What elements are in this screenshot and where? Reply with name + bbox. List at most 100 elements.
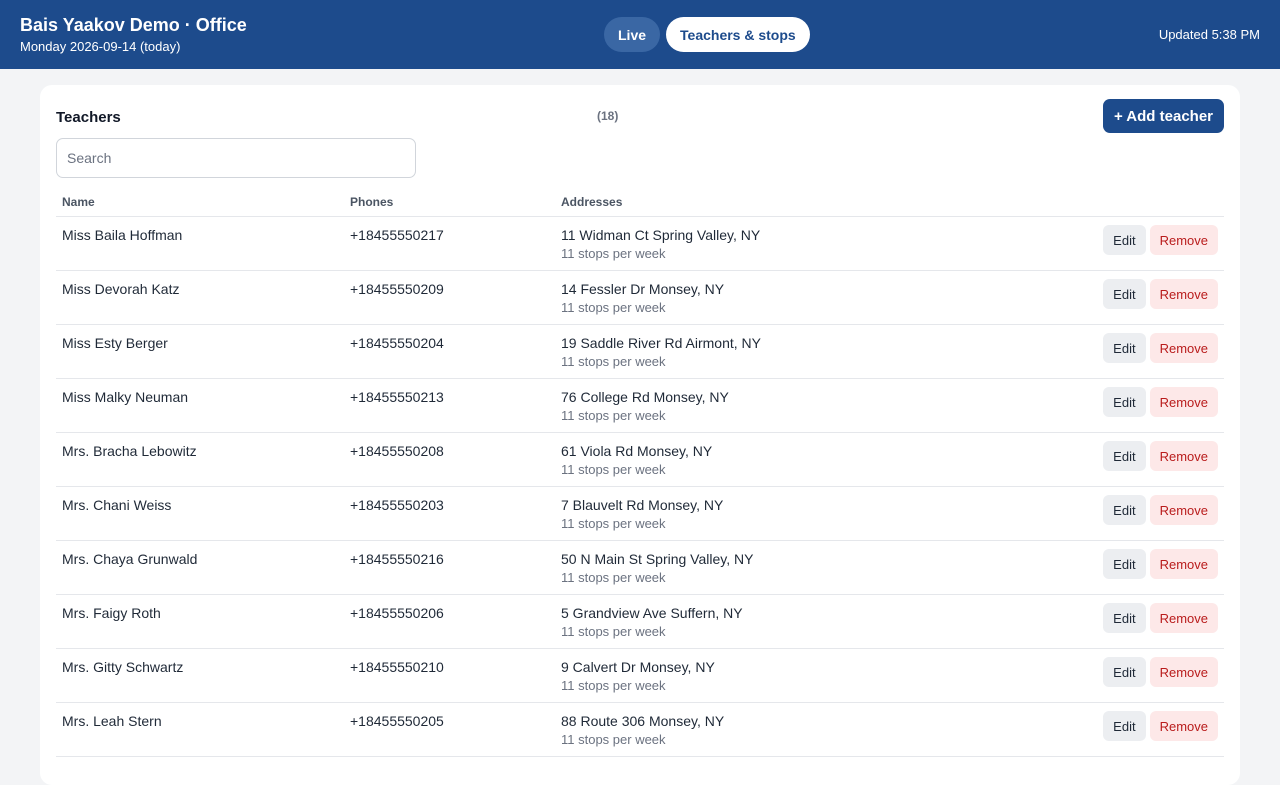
remove-button[interactable]: Remove bbox=[1149, 333, 1218, 363]
teacher-count: (18) bbox=[597, 109, 619, 123]
edit-button[interactable]: Edit bbox=[1103, 495, 1146, 525]
panel-title: Teachers bbox=[56, 109, 121, 126]
teacher-address-cell: 50 N Main St Spring Valley, NY 11 stops p… bbox=[561, 551, 753, 585]
teacher-name: Mrs. Faigy Roth bbox=[62, 605, 161, 621]
row-actions: Edit Remove bbox=[1103, 333, 1218, 363]
table-row: Mrs. Chani Weiss +18455550203 7 Blauvelt R… bbox=[56, 487, 1224, 541]
teacher-name: Mrs. Gitty Schwartz bbox=[62, 659, 184, 675]
edit-button[interactable]: Edit bbox=[1103, 225, 1146, 255]
teacher-name: Mrs. Chani Weiss bbox=[62, 497, 172, 513]
teacher-address: 11 Widman Ct Spring Valley, NY bbox=[561, 227, 761, 243]
row-actions: Edit Remove bbox=[1103, 387, 1218, 417]
table-row: Miss Baila Hoffman +18455550217 11 Widman … bbox=[56, 217, 1224, 271]
stops-per-week: 11 stops per week bbox=[561, 570, 666, 585]
teacher-address-cell: 5 Grandview Ave Suffern, NY 11 stops per … bbox=[561, 605, 743, 639]
row-actions: Edit Remove bbox=[1103, 711, 1218, 741]
edit-button[interactable]: Edit bbox=[1103, 603, 1146, 633]
row-actions: Edit Remove bbox=[1103, 603, 1218, 633]
row-actions: Edit Remove bbox=[1103, 441, 1218, 471]
teachers-panel: Teachers (18) + Add teacher Name Phones … bbox=[40, 85, 1240, 785]
brand: Bais Yaakov Demo · Office Monday 2026-09… bbox=[20, 14, 247, 55]
teacher-address: 5 Grandview Ave Suffern, NY bbox=[561, 605, 743, 621]
row-actions: Edit Remove bbox=[1103, 279, 1218, 309]
stops-per-week: 11 stops per week bbox=[561, 624, 666, 639]
teacher-phone: +18455550217 bbox=[350, 227, 444, 243]
teacher-address-cell: 61 Viola Rd Monsey, NY 11 stops per week bbox=[561, 443, 712, 477]
table-header: Name Phones Addresses bbox=[56, 188, 1224, 217]
stops-per-week: 11 stops per week bbox=[561, 408, 666, 423]
teacher-address-cell: 9 Calvert Dr Monsey, NY 11 stops per week bbox=[561, 659, 715, 693]
teacher-address: 50 N Main St Spring Valley, NY bbox=[561, 551, 754, 567]
remove-button[interactable]: Remove bbox=[1149, 279, 1218, 309]
teacher-address: 19 Saddle River Rd Airmont, NY bbox=[561, 335, 761, 351]
edit-button[interactable]: Edit bbox=[1103, 711, 1146, 741]
table-body: Miss Baila Hoffman +18455550217 11 Widman … bbox=[56, 217, 1224, 757]
nav-tabs: Live Teachers & stops bbox=[604, 17, 810, 52]
remove-button[interactable]: Remove bbox=[1149, 657, 1218, 687]
updated-timestamp: Updated 5:38 PM bbox=[1158, 27, 1260, 42]
remove-button[interactable]: Remove bbox=[1149, 387, 1218, 417]
teacher-name: Mrs. Bracha Lebowitz bbox=[62, 443, 197, 459]
teacher-address-cell: 76 College Rd Monsey, NY 11 stops per wee… bbox=[561, 389, 729, 423]
teacher-address: 14 Fessler Dr Monsey, NY bbox=[561, 281, 725, 297]
teacher-name: Miss Esty Berger bbox=[62, 335, 168, 351]
app-title: Bais Yaakov Demo · Office bbox=[20, 15, 247, 35]
teacher-phone: +18455550209 bbox=[350, 281, 444, 297]
row-actions: Edit Remove bbox=[1103, 657, 1218, 687]
top-bar: Bais Yaakov Demo · Office Monday 2026-09… bbox=[0, 0, 1280, 69]
column-header-addresses: Addresses bbox=[561, 195, 623, 209]
teacher-address-cell: 88 Route 306 Monsey, NY 11 stops per week bbox=[561, 713, 724, 747]
teacher-address-cell: 14 Fessler Dr Monsey, NY 11 stops per wee… bbox=[561, 281, 724, 315]
remove-button[interactable]: Remove bbox=[1149, 549, 1218, 579]
add-teacher-button[interactable]: + Add teacher bbox=[1102, 99, 1224, 133]
edit-button[interactable]: Edit bbox=[1103, 657, 1146, 687]
table-row: Miss Esty Berger +18455550204 19 Saddle Ri… bbox=[56, 325, 1224, 379]
teacher-address-cell: 11 Widman Ct Spring Valley, NY 11 stops p… bbox=[561, 227, 760, 261]
table-row: Miss Devorah Katz +18455550209 14 Fessler … bbox=[56, 271, 1224, 325]
stops-per-week: 11 stops per week bbox=[561, 462, 666, 477]
teacher-phone: +18455550210 bbox=[350, 659, 444, 675]
stops-per-week: 11 stops per week bbox=[561, 732, 666, 747]
teacher-address: 9 Calvert Dr Monsey, NY bbox=[561, 659, 715, 675]
edit-button[interactable]: Edit bbox=[1103, 279, 1146, 309]
remove-button[interactable]: Remove bbox=[1149, 603, 1218, 633]
current-date: Monday 2026-09-14 (today) bbox=[20, 39, 181, 54]
teacher-address-cell: 19 Saddle River Rd Airmont, NY 11 stops p… bbox=[561, 335, 761, 369]
tab-teachers-stops[interactable]: Teachers & stops bbox=[666, 17, 810, 52]
teacher-address: 76 College Rd Monsey, NY bbox=[561, 389, 729, 405]
stops-per-week: 11 stops per week bbox=[561, 354, 666, 369]
search-input[interactable] bbox=[56, 138, 416, 178]
teacher-name: Mrs. Leah Stern bbox=[62, 713, 162, 729]
column-header-name: Name bbox=[62, 195, 95, 209]
teacher-address: 88 Route 306 Monsey, NY bbox=[561, 713, 725, 729]
teacher-phone: +18455550206 bbox=[350, 605, 444, 621]
table-row: Mrs. Faigy Roth +18455550206 5 Grandview A… bbox=[56, 595, 1224, 649]
table-row: Mrs. Leah Stern +18455550205 88 Route 306 … bbox=[56, 703, 1224, 757]
stops-per-week: 11 stops per week bbox=[561, 300, 666, 315]
stops-per-week: 11 stops per week bbox=[561, 678, 666, 693]
teacher-name: Miss Baila Hoffman bbox=[62, 227, 183, 243]
teachers-table: Name Phones Addresses Miss Baila Hoffman… bbox=[56, 188, 1224, 757]
edit-button[interactable]: Edit bbox=[1103, 333, 1146, 363]
stops-per-week: 11 stops per week bbox=[561, 516, 666, 531]
edit-button[interactable]: Edit bbox=[1103, 549, 1146, 579]
table-row: Mrs. Bracha Lebowitz +18455550208 61 Viola… bbox=[56, 433, 1224, 487]
remove-button[interactable]: Remove bbox=[1149, 225, 1218, 255]
teacher-phone: +18455550204 bbox=[350, 335, 444, 351]
teacher-phone: +18455550208 bbox=[350, 443, 444, 459]
remove-button[interactable]: Remove bbox=[1149, 441, 1218, 471]
edit-button[interactable]: Edit bbox=[1103, 441, 1146, 471]
teacher-phone: +18455550213 bbox=[350, 389, 444, 405]
table-row: Miss Malky Neuman +18455550213 76 College … bbox=[56, 379, 1224, 433]
stops-per-week: 11 stops per week bbox=[561, 246, 666, 261]
teacher-name: Miss Devorah Katz bbox=[62, 281, 180, 297]
teacher-name: Mrs. Chaya Grunwald bbox=[62, 551, 198, 567]
table-row: Mrs. Gitty Schwartz +18455550210 9 Calvert… bbox=[56, 649, 1224, 703]
remove-button[interactable]: Remove bbox=[1149, 711, 1218, 741]
row-actions: Edit Remove bbox=[1103, 549, 1218, 579]
tab-live[interactable]: Live bbox=[604, 17, 661, 52]
remove-button[interactable]: Remove bbox=[1149, 495, 1218, 525]
column-header-phones: Phones bbox=[350, 195, 394, 209]
edit-button[interactable]: Edit bbox=[1103, 387, 1146, 417]
teacher-address: 61 Viola Rd Monsey, NY bbox=[561, 443, 713, 459]
